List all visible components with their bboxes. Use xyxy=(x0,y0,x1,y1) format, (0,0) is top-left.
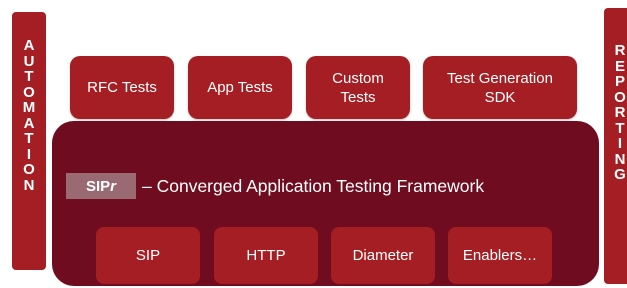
automation-letter: M xyxy=(22,99,36,116)
reporting-bar: R E P O R T I N G xyxy=(604,8,627,284)
automation-letter: U xyxy=(23,52,35,70)
diameter-label: Diameter xyxy=(352,247,414,264)
reporting-letter: G xyxy=(614,166,626,183)
sipr-badge-suffix: r xyxy=(110,177,117,195)
rfc-tests-box: RFC Tests xyxy=(70,56,174,119)
reporting-letter: N xyxy=(614,150,626,168)
http-protocol-box: HTTP xyxy=(214,227,318,284)
enablers-label: Enablers… xyxy=(462,247,538,264)
app-tests-box: App Tests xyxy=(188,56,292,119)
framework-title: – Converged Application Testing Framewor… xyxy=(142,176,485,196)
automation-letter: T xyxy=(24,68,34,85)
automation-letter: N xyxy=(23,176,35,194)
rfc-tests-label: RFC Tests xyxy=(87,79,157,96)
custom-tests-box: Custom Tests xyxy=(306,56,410,119)
sip-label: SIP xyxy=(135,247,161,264)
sip-protocol-box: SIP xyxy=(96,227,200,284)
sipr-framework-container: SIP r – Converged Application Testing Fra… xyxy=(52,121,599,286)
automation-letter: O xyxy=(23,83,35,101)
test-generation-sdk-box: Test Generation SDK xyxy=(423,56,577,119)
enablers-protocol-box: Enablers… xyxy=(448,227,552,284)
http-label: HTTP xyxy=(246,247,286,264)
automation-letter: A xyxy=(23,37,35,54)
automation-letter: I xyxy=(26,145,32,163)
reporting-letter: O xyxy=(614,88,626,106)
reporting-letter: E xyxy=(614,57,625,75)
sipr-badge: SIP r xyxy=(66,173,136,199)
reporting-letter: P xyxy=(614,73,625,90)
automation-letter: A xyxy=(23,114,35,132)
test-generation-sdk-label: Test Generation SDK xyxy=(447,69,553,106)
app-tests-label: App Tests xyxy=(207,79,273,96)
diameter-protocol-box: Diameter xyxy=(331,227,435,284)
reporting-letter: R xyxy=(614,42,626,59)
automation-letter: O xyxy=(23,161,35,178)
automation-letter: T xyxy=(24,130,34,147)
automation-bar: A U T O M A T I O N xyxy=(12,12,46,270)
sipr-badge-prefix: SIP xyxy=(85,177,111,195)
reporting-letter: R xyxy=(614,104,626,121)
custom-tests-label: Custom Tests xyxy=(332,69,384,106)
reporting-letter: T xyxy=(615,119,625,137)
reporting-letter: I xyxy=(617,135,623,152)
